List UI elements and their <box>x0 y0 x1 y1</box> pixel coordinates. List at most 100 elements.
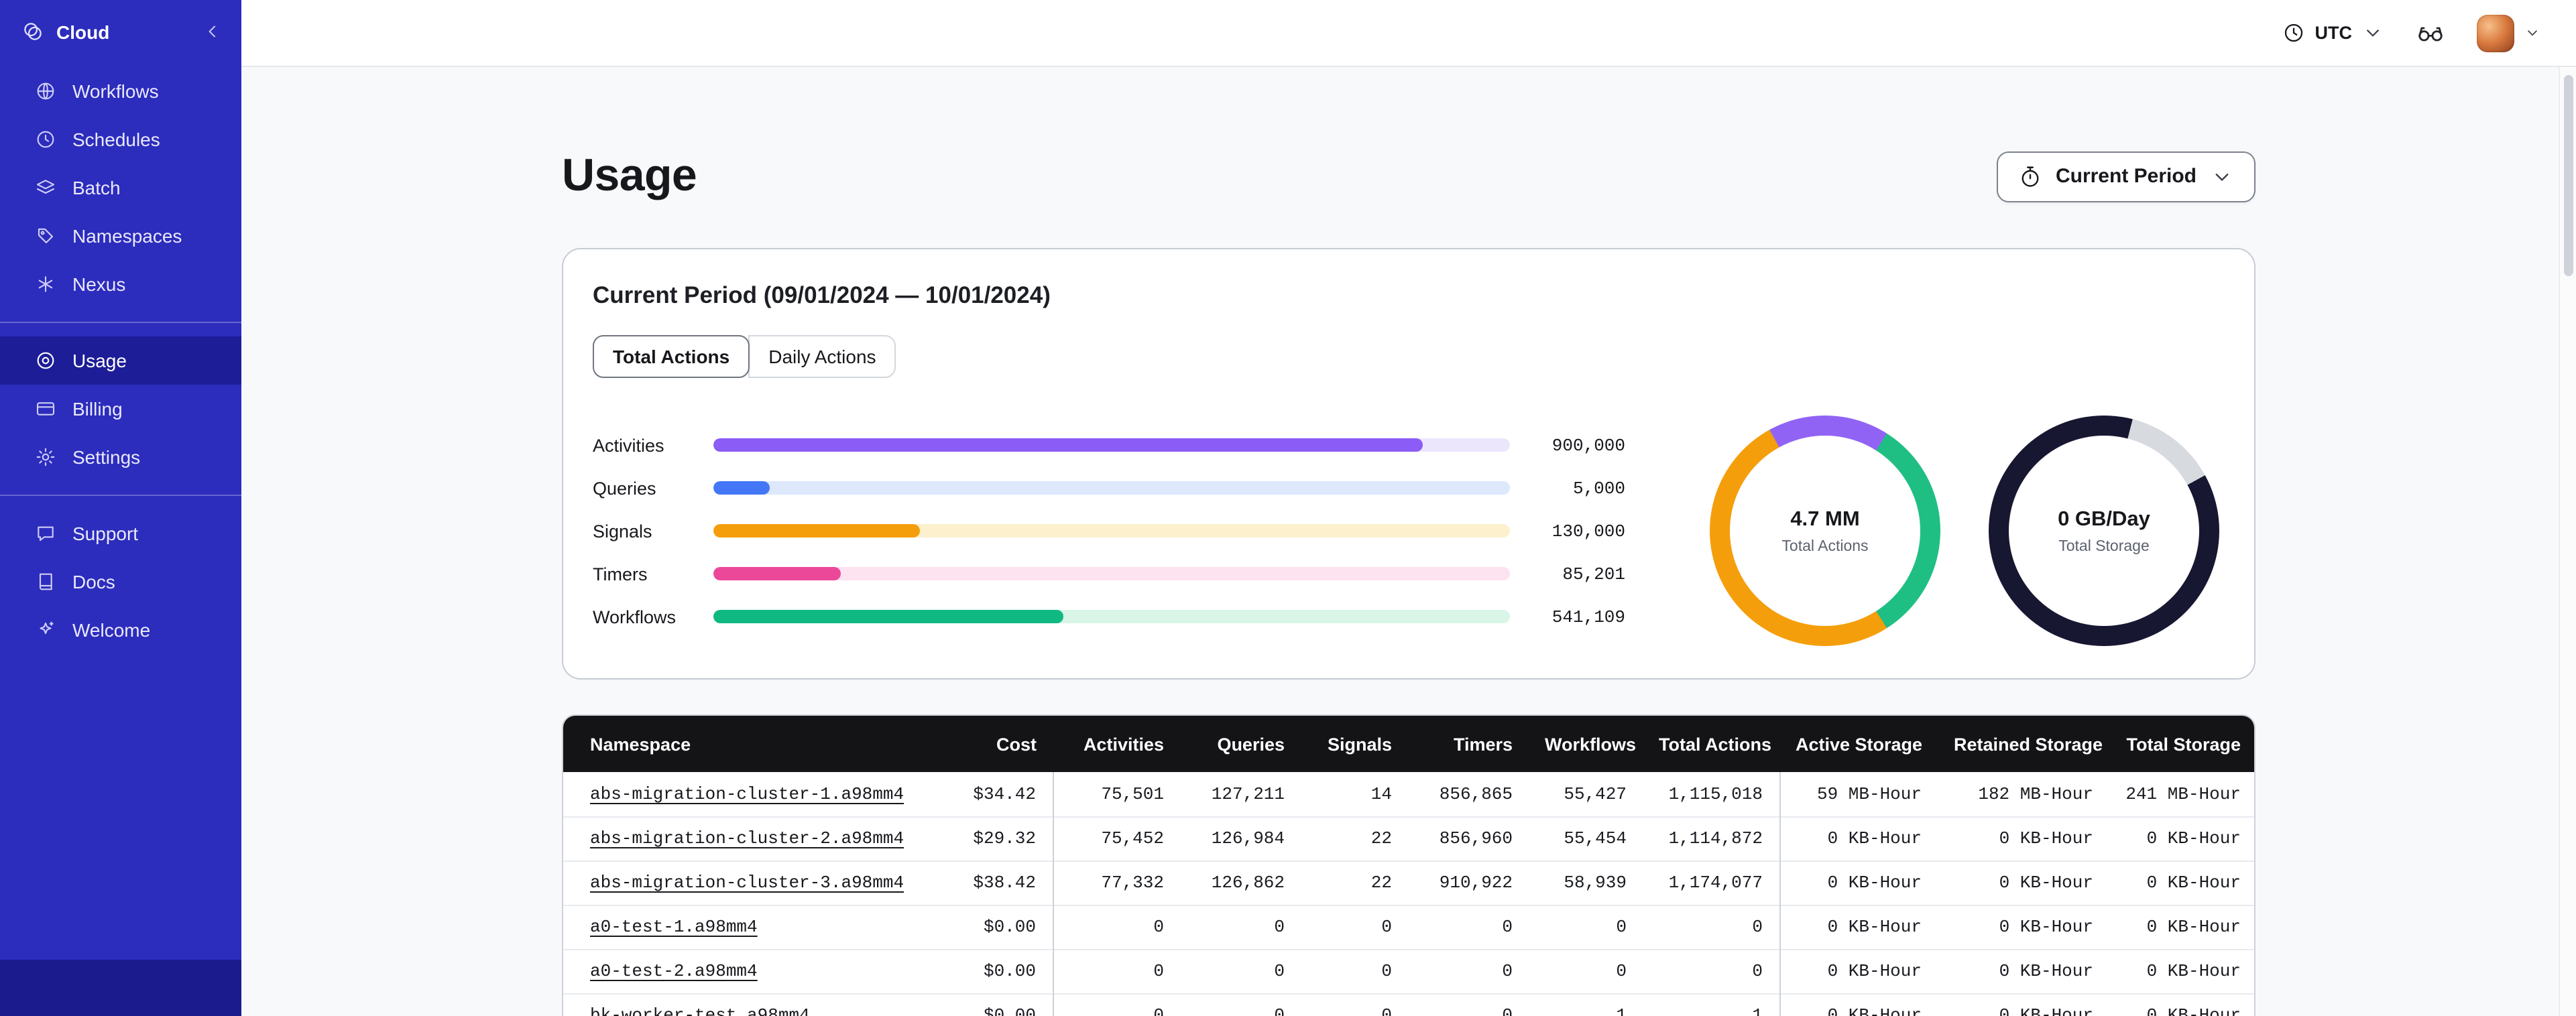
column-header-queries: Queries <box>1180 716 1301 772</box>
sidebar-item-batch[interactable]: Batch <box>0 164 241 212</box>
content-area: Usage Current Period Current Period (09/… <box>562 67 2256 1016</box>
account-menu[interactable] <box>2477 14 2541 52</box>
support-icon <box>35 523 56 544</box>
sidebar-collapse-button[interactable] <box>202 21 223 42</box>
settings-icon <box>35 446 56 468</box>
usage-card: Current Period (09/01/2024 — 10/01/2024)… <box>562 248 2256 680</box>
sidebar-item-welcome[interactable]: Welcome <box>0 606 241 654</box>
table-cell: 0 <box>1752 917 1763 937</box>
table-cell: 241 MB-Hour <box>2125 783 2241 804</box>
sidebar-item-usage[interactable]: Usage <box>0 336 241 385</box>
sidebar-item-workflows[interactable]: Workflows <box>0 67 241 115</box>
bar-label: Queries <box>593 478 656 498</box>
table-row: a0-test-1.a98mm4 $0.00 0 0 0 0 0 0 0 KB-Hour 0 KB… <box>563 905 2254 949</box>
stopwatch-icon <box>2018 164 2042 188</box>
bar-label: Timers <box>593 564 648 584</box>
table-cell: 14 <box>1370 783 1392 804</box>
sidebar-footer <box>0 960 241 1016</box>
namespace-link[interactable]: abs-migration-cluster-2.a98mm4 <box>590 828 904 848</box>
namespace-link[interactable]: a0-test-1.a98mm4 <box>590 917 758 937</box>
table-row: abs-migration-cluster-3.a98mm4 $38.42 77,3… <box>563 861 2254 905</box>
period-selector-button[interactable]: Current Period <box>1996 151 2256 202</box>
bar-label: Workflows <box>593 607 677 627</box>
table-cell: 0 <box>1052 949 1180 993</box>
batch-icon <box>35 177 56 198</box>
sidebar-item-support[interactable]: Support <box>0 509 241 558</box>
column-header-namespace: Namespace <box>563 716 945 772</box>
table-cell: 1,115,018 <box>1668 783 1763 804</box>
table-cell: 55,454 <box>1564 828 1627 848</box>
sidebar-item-billing[interactable]: Billing <box>0 385 241 433</box>
table-cell: 127,211 <box>1211 783 1285 804</box>
table-cell: 59 MB-Hour <box>1779 772 1938 816</box>
sidebar-item-label: Support <box>72 523 139 544</box>
bar-fill <box>713 567 841 580</box>
bar-row-workflows: Workflows 541,109 <box>593 595 1625 638</box>
table-cell: 0 <box>1274 917 1285 937</box>
table-cell: 0 <box>1274 961 1285 981</box>
table-cell: 0 <box>1752 961 1763 981</box>
title-row: Usage Current Period <box>562 150 2256 202</box>
usage-card-title: Current Period (09/01/2024 — 10/01/2024) <box>593 281 1051 308</box>
welcome-icon <box>35 619 56 641</box>
scrollbar-thumb[interactable] <box>2563 75 2573 276</box>
bar-label: Activities <box>593 435 664 455</box>
bar-row-activities: Activities 900,000 <box>593 424 1625 466</box>
donut-center: 0 GB/Day Total Storage <box>2009 436 2199 626</box>
tab-total-actions[interactable]: Total Actions <box>593 335 750 378</box>
table-cell: $0.00 <box>983 917 1036 937</box>
column-header-total-storage: Total Storage <box>2109 716 2254 772</box>
namespace-cell: abs-migration-cluster-2.a98mm4 <box>563 816 945 861</box>
main-content: Usage Current Period Current Period (09/… <box>241 67 2576 1016</box>
table-cell: 0 KB-Hour <box>1999 917 2093 937</box>
namespace-link[interactable]: abs-migration-cluster-3.a98mm4 <box>590 873 904 893</box>
column-header-activities: Activities <box>1053 716 1180 772</box>
column-header-signals: Signals <box>1301 716 1408 772</box>
scrollbar[interactable] <box>2559 67 2576 1016</box>
clock-icon <box>2283 21 2306 44</box>
chart-row: Activities 900,000 Queries 5,000 Signals 130,… <box>593 416 2225 646</box>
table-cell: 0 KB-Hour <box>1779 816 1938 861</box>
topbar: UTC <box>241 0 2576 67</box>
sidebar-item-schedules[interactable]: Schedules <box>0 115 241 164</box>
sidebar-item-nexus[interactable]: Nexus <box>0 260 241 308</box>
namespace-link[interactable]: bk-worker-test.a98mm4 <box>590 1006 810 1016</box>
page-title: Usage <box>562 150 697 201</box>
table-cell: 0 KB-Hour <box>1779 993 1938 1016</box>
namespace-link[interactable]: abs-migration-cluster-1.a98mm4 <box>590 784 904 804</box>
table-cell: 0 KB-Hour <box>1999 873 2093 893</box>
column-header-timers: Timers <box>1408 716 1529 772</box>
table-cell: 1,114,872 <box>1668 828 1763 848</box>
bar-fill <box>713 438 1423 452</box>
sidebar-item-docs[interactable]: Docs <box>0 558 241 606</box>
column-header-cost: Cost <box>945 716 1053 772</box>
period-selector-label: Current Period <box>2055 165 2197 188</box>
sidebar-item-namespaces[interactable]: Namespaces <box>0 212 241 260</box>
table-cell: 58,939 <box>1564 873 1627 893</box>
table-cell: 0 KB-Hour <box>2146 873 2241 893</box>
bar-value: 85,201 <box>1562 564 1625 584</box>
sidebar-item-label: Nexus <box>72 273 126 295</box>
sidebar-item-settings[interactable]: Settings <box>0 433 241 481</box>
namespace-link[interactable]: a0-test-2.a98mm4 <box>590 961 758 981</box>
table-cell: 0 <box>1381 961 1392 981</box>
sidebar-item-label: Workflows <box>72 80 159 102</box>
sidebar-item-label: Welcome <box>72 619 151 641</box>
glasses-icon[interactable] <box>2416 19 2445 47</box>
timezone-selector[interactable]: UTC <box>2283 21 2385 44</box>
table-cell: 0 <box>1502 917 1513 937</box>
bar-fill <box>713 481 770 495</box>
sidebar-item-label: Billing <box>72 398 123 420</box>
donut-chart-total-storage: 0 GB/Day Total Storage <box>1989 416 2219 646</box>
table-cell: 0 <box>1052 993 1180 1016</box>
timezone-label: UTC <box>2315 23 2353 43</box>
table-cell: $0.00 <box>983 961 1036 981</box>
workflows-icon <box>35 80 56 102</box>
bar-value: 130,000 <box>1552 521 1625 541</box>
table-row: abs-migration-cluster-1.a98mm4 $34.42 75,5… <box>563 772 2254 816</box>
donut-chart-total-actions: 4.7 MM Total Actions <box>1710 416 1940 646</box>
table-cell: 1,174,077 <box>1668 873 1763 893</box>
namespace-cell: a0-test-2.a98mm4 <box>563 949 945 993</box>
tab-daily-actions[interactable]: Daily Actions <box>748 335 896 378</box>
table-cell: 910,922 <box>1439 873 1513 893</box>
